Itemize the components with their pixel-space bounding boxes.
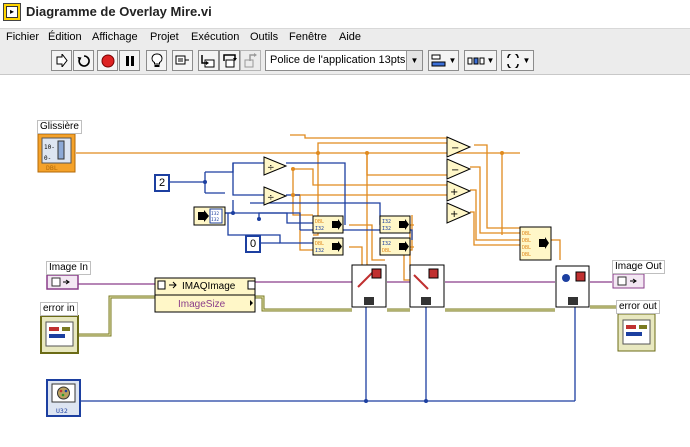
svg-text:DBL: DBL — [315, 241, 324, 247]
property-node-property: ImageSize — [178, 299, 226, 310]
svg-text:DBL: DBL — [315, 219, 324, 225]
svg-text:I32: I32 — [382, 241, 391, 247]
slider-terminal[interactable]: 10- 0- DBL — [37, 133, 76, 173]
slider-type-label: DBL — [46, 164, 58, 172]
menu-outils[interactable]: Outils — [250, 31, 278, 43]
subtract-node-2[interactable]: − — [446, 158, 472, 180]
svg-text:I32: I32 — [315, 248, 324, 254]
step-into-icon[interactable] — [198, 50, 219, 71]
step-over-icon[interactable] — [219, 50, 240, 71]
image-in-terminal[interactable] — [46, 274, 79, 290]
svg-text:−: − — [451, 165, 459, 176]
unbundle-node[interactable]: I32 I32 — [193, 206, 226, 226]
bundle-node-3[interactable]: I32 I32 — [379, 215, 411, 234]
u32-terminal[interactable]: U32 — [46, 379, 81, 417]
title-bar: ▸ Diagramme de Overlay Mire.vi — [0, 0, 690, 29]
error-out-terminal[interactable] — [617, 313, 656, 352]
abort-icon[interactable] — [97, 50, 118, 71]
svg-text:10-: 10- — [44, 144, 55, 151]
svg-text:DBL: DBL — [522, 252, 531, 258]
imaq-overlay-oval-node[interactable] — [555, 265, 590, 308]
image-out-label: Image Out — [612, 260, 665, 274]
divide-node-2[interactable]: ÷ — [263, 186, 288, 206]
menu-bar: Fichier Édition Affichage Projet Exécuti… — [0, 29, 690, 47]
run-continuously-icon[interactable] — [73, 50, 94, 71]
chevron-down-icon: ▼ — [406, 51, 422, 70]
align-objects-icon[interactable]: ▼ — [428, 50, 459, 71]
svg-text:I32: I32 — [211, 217, 219, 223]
add-node-1[interactable]: + — [446, 180, 472, 202]
block-diagram[interactable]: 10- 0- DBL ÷ ÷ − − + + I32 I32 DBL I32 D… — [0, 75, 690, 447]
imaq-overlay-line-node-1[interactable] — [351, 264, 387, 308]
divide-node-1[interactable]: ÷ — [263, 156, 288, 176]
image-out-terminal[interactable] — [612, 273, 645, 289]
toolbar: Police de l'application 13pts ▼ ▼ ▼ ▼ — [0, 47, 690, 75]
font-select[interactable]: Police de l'application 13pts ▼ — [265, 50, 423, 71]
svg-text:0-: 0- — [44, 155, 51, 162]
svg-text:+: + — [450, 209, 458, 220]
svg-text:÷: ÷ — [267, 163, 275, 173]
svg-text:−: − — [451, 143, 459, 154]
highlight-execution-icon[interactable] — [146, 50, 167, 71]
constant-two[interactable]: 2 — [154, 174, 171, 192]
svg-text:DBL: DBL — [522, 231, 531, 237]
menu-affichage[interactable]: Affichage — [92, 31, 138, 43]
svg-text:÷: ÷ — [267, 193, 275, 203]
bundle-node-5[interactable]: DBL DBL DBL DBL — [519, 226, 552, 261]
labview-vi-icon: ▸ — [3, 3, 21, 21]
subtract-node-1[interactable]: − — [446, 136, 472, 158]
slider-label: Glissière — [37, 120, 82, 134]
image-in-label: Image In — [46, 261, 91, 275]
font-select-value: Police de l'application 13pts — [270, 54, 406, 66]
bundle-node-2[interactable]: DBL I32 — [312, 237, 344, 256]
imaq-property-node[interactable]: IMAQImage ImageSize — [154, 277, 256, 313]
menu-aide[interactable]: Aide — [339, 31, 361, 43]
menu-projet[interactable]: Projet — [150, 31, 179, 43]
constant-zero[interactable]: 0 — [245, 235, 262, 253]
svg-text:I32: I32 — [315, 226, 324, 232]
u32-type-label: U32 — [56, 407, 68, 415]
menu-fenetre[interactable]: Fenêtre — [289, 31, 327, 43]
svg-text:DBL: DBL — [522, 238, 531, 244]
distribute-objects-icon[interactable]: ▼ — [464, 50, 497, 71]
svg-text:I32: I32 — [382, 226, 391, 232]
imaq-overlay-line-node-2[interactable] — [409, 264, 445, 308]
svg-text:I32: I32 — [382, 219, 391, 225]
svg-text:+: + — [450, 187, 458, 198]
step-out-icon[interactable] — [240, 50, 261, 71]
error-in-label: error in — [40, 302, 78, 316]
menu-execution[interactable]: Exécution — [191, 31, 239, 43]
menu-fichier[interactable]: Fichier — [6, 31, 39, 43]
run-arrow-icon[interactable] — [51, 50, 72, 71]
svg-text:DBL: DBL — [522, 245, 531, 251]
menu-edition[interactable]: Édition — [48, 31, 82, 43]
retain-wire-values-icon[interactable] — [172, 50, 193, 71]
error-out-label: error out — [616, 300, 660, 314]
error-in-terminal[interactable] — [40, 315, 79, 354]
property-node-class: IMAQImage — [182, 281, 236, 292]
reorder-icon[interactable]: ▼ — [501, 50, 534, 71]
bundle-node-4[interactable]: I32 DBL — [379, 237, 411, 256]
add-node-2[interactable]: + — [446, 202, 472, 224]
pause-icon[interactable] — [119, 50, 140, 71]
window-title: Diagramme de Overlay Mire.vi — [26, 4, 212, 19]
svg-text:I32: I32 — [211, 211, 219, 217]
svg-text:DBL: DBL — [382, 248, 391, 254]
bundle-node-1[interactable]: DBL I32 — [312, 215, 344, 234]
diagram-wires: 10- 0- DBL ÷ ÷ − − + + I32 I32 DBL I32 D… — [37, 133, 656, 417]
